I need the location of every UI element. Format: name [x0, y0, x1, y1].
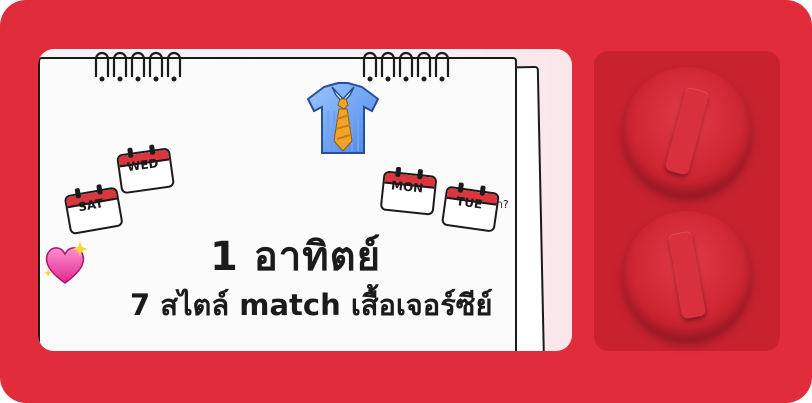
sparkling-heart-icon — [44, 241, 88, 284]
calendar-tue-icon: TUE — [440, 180, 500, 233]
headline-one-week: 1 อาทิตย์ — [210, 234, 382, 280]
knob-indicator-bottom — [667, 230, 707, 320]
headline-seven-styles: 7 สไตล์ match เสื้อเจอร์ซีย์ — [130, 288, 493, 322]
tv-frame: ใส่อะไรดีน้า? WED SAT MON TUE — [0, 0, 812, 403]
calendar-mon-icon: MON — [379, 164, 438, 216]
knob-indicator-top — [664, 86, 710, 176]
calendar-sat-icon: SAT — [63, 181, 124, 236]
spiral-binding-left — [94, 51, 182, 82]
dial-knob-bottom[interactable] — [623, 211, 751, 339]
promo-banner[interactable]: ใส่อะไรดีน้า? WED SAT MON TUE — [38, 49, 572, 351]
control-panel — [594, 51, 780, 351]
dial-knob-top[interactable] — [623, 67, 751, 195]
shirt-tie-icon — [306, 82, 380, 154]
calendar-wed-icon: WED — [115, 142, 176, 195]
